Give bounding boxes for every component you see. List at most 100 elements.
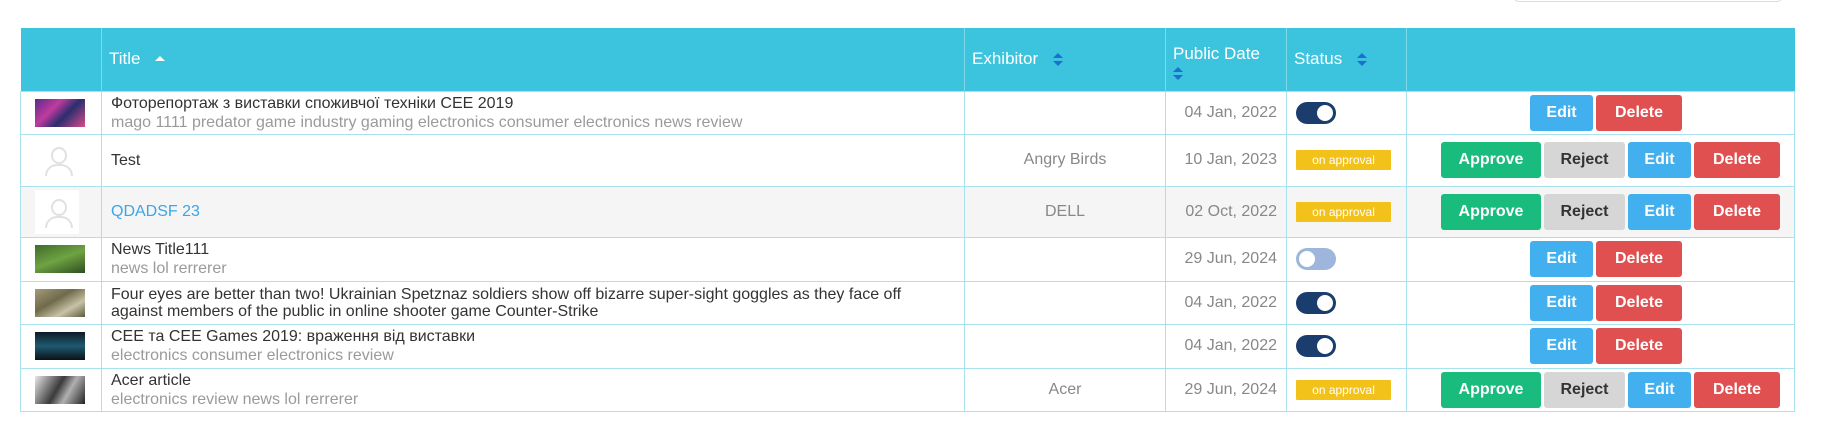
status-column-header[interactable]: Status [1286, 28, 1407, 91]
row-title[interactable]: Фоторепортаж з виставки споживчої технік… [111, 94, 955, 113]
date-cell: 10 Jan, 2023 [1165, 133, 1287, 187]
title-header-label: Title [109, 49, 141, 69]
user-placeholder-icon[interactable] [35, 138, 79, 183]
photo-person-icon[interactable] [35, 375, 85, 404]
delete-button[interactable]: Delete [1694, 371, 1780, 408]
row-title[interactable]: CEE та CEE Games 2019: враження від вист… [111, 327, 955, 346]
edit-button[interactable]: Edit [1628, 142, 1691, 179]
edit-button[interactable]: Edit [1530, 284, 1593, 321]
sort-ascending-icon[interactable] [155, 53, 166, 67]
status-cell [1286, 324, 1407, 369]
status-cell [1286, 237, 1407, 282]
sort-icon[interactable] [1052, 52, 1063, 67]
status-cell [1286, 90, 1407, 135]
actions-cell: Edit Delete [1406, 324, 1795, 369]
edit-button[interactable]: Edit [1530, 241, 1593, 278]
public-date-column-header[interactable]: Public Date [1165, 28, 1287, 91]
date-cell: 02 Oct, 2022 [1165, 185, 1287, 239]
status-badge: on approval [1296, 201, 1391, 222]
delete-button[interactable]: Delete [1694, 142, 1780, 179]
row-tags: electronics consumer electronics review [111, 347, 394, 365]
exhibitor-cell [964, 324, 1166, 369]
reject-button[interactable]: Reject [1544, 142, 1625, 179]
exhibitor-cell [964, 90, 1166, 135]
delete-button[interactable]: Delete [1596, 328, 1682, 365]
exhibitor-cell: DELL [964, 185, 1166, 239]
row-title[interactable]: Four eyes are better than two! Ukrainian… [111, 286, 955, 320]
thumbnail-cell [20, 133, 102, 187]
thumbnail-cell [20, 367, 102, 412]
publish-toggle[interactable] [1296, 291, 1336, 314]
status-cell: on approval [1286, 185, 1407, 239]
table-row: Фоторепортаж з виставки споживчої технік… [20, 90, 1795, 135]
date-cell: 04 Jan, 2022 [1165, 90, 1287, 135]
approve-button[interactable]: Approve [1441, 371, 1541, 408]
actions-cell: Approve Reject Edit Delete [1406, 133, 1795, 187]
publish-toggle[interactable] [1296, 101, 1336, 124]
status-badge: on approval [1296, 150, 1391, 171]
edit-button[interactable]: Edit [1628, 371, 1691, 408]
title-cell: Acer article electronics review news lol… [101, 367, 965, 412]
edit-button[interactable]: Edit [1530, 94, 1593, 131]
actions-cell: Edit Delete [1406, 90, 1795, 135]
actions-column-header [1407, 28, 1795, 91]
actions-cell: Approve Reject Edit Delete [1406, 185, 1795, 239]
date-cell: 04 Jan, 2022 [1165, 324, 1287, 369]
exhibitor-cell [964, 280, 1166, 326]
thumbnail-cell [20, 324, 102, 369]
search-input[interactable] [1513, 0, 1783, 2]
status-cell [1286, 280, 1407, 326]
row-tags: news lol rerrerer [111, 260, 227, 278]
status-badge: on approval [1296, 379, 1391, 400]
news-table: Title Exhibitor Public Date Status Фотор… [20, 28, 1795, 412]
sort-icon[interactable] [1173, 66, 1183, 81]
delete-button[interactable]: Delete [1694, 193, 1780, 230]
actions-cell: Edit Delete [1406, 237, 1795, 282]
exhibitor-cell: Acer [964, 367, 1166, 412]
row-title-link[interactable]: QDADSF 23 [111, 202, 955, 221]
title-cell: Фоторепортаж з виставки споживчої технік… [101, 90, 965, 135]
status-cell: on approval [1286, 133, 1407, 187]
title-cell: QDADSF 23 [101, 185, 965, 239]
delete-button[interactable]: Delete [1596, 241, 1682, 278]
photo-expo-icon[interactable] [35, 98, 85, 127]
title-cell: News Title111 news lol rerrerer [101, 237, 965, 282]
public-date-header-label: Public Date [1173, 43, 1260, 63]
reject-button[interactable]: Reject [1544, 193, 1625, 230]
user-placeholder-icon[interactable] [35, 189, 79, 234]
sort-icon[interactable] [1356, 52, 1367, 67]
delete-button[interactable]: Delete [1596, 94, 1682, 131]
photo-soldiers-icon[interactable] [35, 288, 85, 317]
actions-cell: Approve Reject Edit Delete [1406, 367, 1795, 412]
status-cell: on approval [1286, 367, 1407, 412]
exhibitor-cell: Angry Birds [964, 133, 1166, 187]
reject-button[interactable]: Reject [1544, 371, 1625, 408]
edit-button[interactable]: Edit [1530, 328, 1593, 365]
title-cell: CEE та CEE Games 2019: враження від вист… [101, 324, 965, 369]
date-cell: 29 Jun, 2024 [1165, 237, 1287, 282]
publish-toggle[interactable] [1296, 248, 1336, 271]
table-row: QDADSF 23 DELL 02 Oct, 2022 on approval … [20, 185, 1795, 239]
row-tags: electronics review news lol rerrerer [111, 390, 359, 408]
edit-button[interactable]: Edit [1628, 193, 1691, 230]
row-title[interactable]: Test [111, 151, 955, 170]
exhibitor-column-header[interactable]: Exhibitor [964, 28, 1166, 91]
title-column-header[interactable]: Title [101, 28, 965, 91]
thumbnail-cell [20, 90, 102, 135]
table-row: Four eyes are better than two! Ukrainian… [20, 280, 1795, 326]
title-cell: Test [101, 133, 965, 187]
approve-button[interactable]: Approve [1441, 193, 1541, 230]
thumbnail-column-header [20, 28, 102, 91]
photo-nature-icon[interactable] [35, 245, 85, 274]
row-tags: mago 1111 predator game industry gaming … [111, 113, 743, 131]
delete-button[interactable]: Delete [1596, 284, 1682, 321]
thumbnail-cell [20, 185, 102, 239]
title-cell: Four eyes are better than two! Ukrainian… [101, 280, 965, 326]
approve-button[interactable]: Approve [1441, 142, 1541, 179]
row-title[interactable]: News Title111 [111, 240, 955, 259]
row-title[interactable]: Acer article [111, 371, 955, 390]
table-row: Acer article electronics review news lol… [20, 367, 1795, 412]
thumbnail-cell [20, 280, 102, 326]
publish-toggle[interactable] [1296, 335, 1336, 358]
photo-stage-icon[interactable] [35, 332, 85, 361]
